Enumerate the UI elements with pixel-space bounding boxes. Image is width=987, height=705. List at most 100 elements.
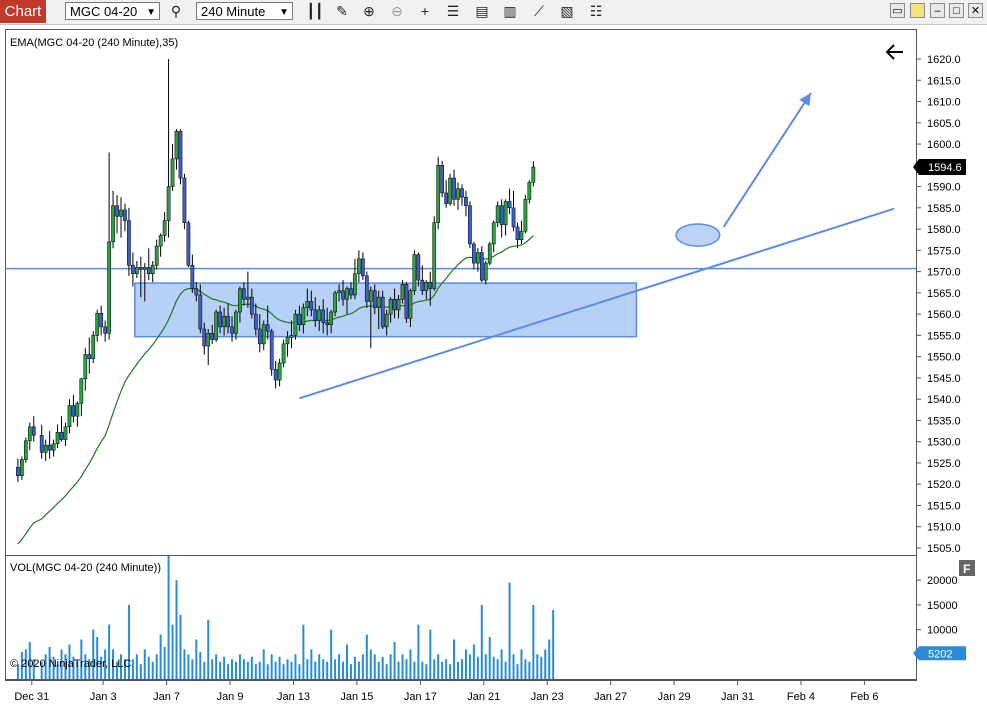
volume-bar [175,580,178,679]
candle-body [341,290,345,300]
candle-body [440,165,445,194]
price-tick-label: 1540.0 [927,394,961,406]
volume-bar [147,656,150,679]
candle-body [154,245,159,266]
volume-bar [349,664,352,679]
volume-bar [171,624,174,679]
volume-bar [496,659,499,679]
candle-body [91,335,96,360]
volume-bar [310,649,313,679]
volume-bar [167,555,170,679]
candle-body [392,298,397,311]
volume-bar [250,656,253,679]
volume-bar [492,656,495,679]
volume-bar [203,661,206,679]
volume-bar [453,639,456,679]
candle-body [142,267,147,270]
candle-body [111,205,115,243]
volume-bar [195,639,198,679]
volume-bar [548,639,551,679]
volume-bar [330,629,333,679]
candle-body [277,362,282,381]
time-tick-label: Jan 15 [340,691,373,703]
candle-body [178,131,183,179]
price-tick-label: 1550.0 [927,352,961,364]
candle-body [368,290,373,302]
time-tick-label: Dec 31 [14,691,49,703]
volume-bar [361,654,364,679]
candle-body [210,333,215,340]
volume-bar [254,664,257,679]
price-tick-label: 1600.0 [927,139,961,151]
candle-body [67,405,72,428]
price-tick-label: 1525.0 [927,458,961,470]
price-axis: 1505.0 1510.0 1515.0 1520.0 1525.0 1530.0 1535… [916,54,961,555]
price-tick-label: 1555.0 [927,330,961,342]
candle-body [456,188,460,200]
volume-bar [484,654,487,679]
time-tick-label: Jan 17 [404,691,437,703]
volume-bar [544,649,547,679]
volume-bar [266,664,269,679]
volume-bar [377,661,380,679]
price-tick-label: 1505.0 [927,543,961,555]
volume-bar [437,654,440,679]
last-volume-text: 5202 [928,648,952,660]
candle-body [448,177,452,204]
candle-body [174,131,179,160]
candle-body [424,281,429,291]
volume-bar [314,661,317,679]
volume-bar [258,661,261,679]
candle-body [242,288,246,300]
price-tick-label: 1530.0 [927,437,961,449]
candle-body [162,220,167,236]
candle-body [95,313,100,336]
volume-bar [397,661,400,679]
price-tick-label: 1585.0 [927,203,961,215]
volume-bar [199,651,202,679]
volume-bar [393,641,396,679]
volume-bar [274,661,277,679]
volume-bar [353,656,356,679]
candle-body [349,288,353,296]
price-tick-label: 1510.0 [927,522,961,534]
time-tick-label: Jan 27 [594,691,627,703]
volume-bar [131,659,134,679]
price-tick-label: 1605.0 [927,118,961,130]
volume-bar [457,661,460,679]
candle-body [293,313,298,336]
price-tick-label: 1565.0 [927,288,961,300]
candle-body [107,241,111,334]
candle-body [166,186,171,221]
candle-body [249,296,254,315]
candle-body [123,209,127,221]
candle-body [273,369,278,381]
volume-bar [159,634,162,679]
candle-body [499,205,504,226]
volume-bar [508,582,511,679]
volume-bar [512,654,515,679]
chart-canvas[interactable]: 1505.0 1510.0 1515.0 1520.0 1525.0 1530.0 1535… [0,0,987,705]
volume-bar [242,659,245,679]
candle-body [479,252,484,281]
volume-bar [369,649,372,679]
volume-bar [357,661,360,679]
candle-body [400,284,405,300]
price-tick-label: 1590.0 [927,182,961,194]
candle-body [119,209,123,217]
candle-body [491,222,496,245]
price-tick-label: 1615.0 [927,75,961,87]
time-tick-label: Jan 7 [153,691,180,703]
candle-body [246,296,250,300]
volume-bar [135,654,138,679]
volume-bar [163,646,166,679]
price-tick-label: 1570.0 [927,267,961,279]
volume-bar [389,654,392,679]
time-axis: Dec 31 Jan 3 Jan 7 Jan 9 Jan 13 Jan 15 Jan 17 J… [14,680,878,703]
candle-body [20,459,24,476]
candle-body [404,284,409,319]
support-zone-rectangle [134,282,638,338]
candle-body [305,301,310,309]
volume-bar [298,664,301,679]
candle-body [39,435,44,453]
